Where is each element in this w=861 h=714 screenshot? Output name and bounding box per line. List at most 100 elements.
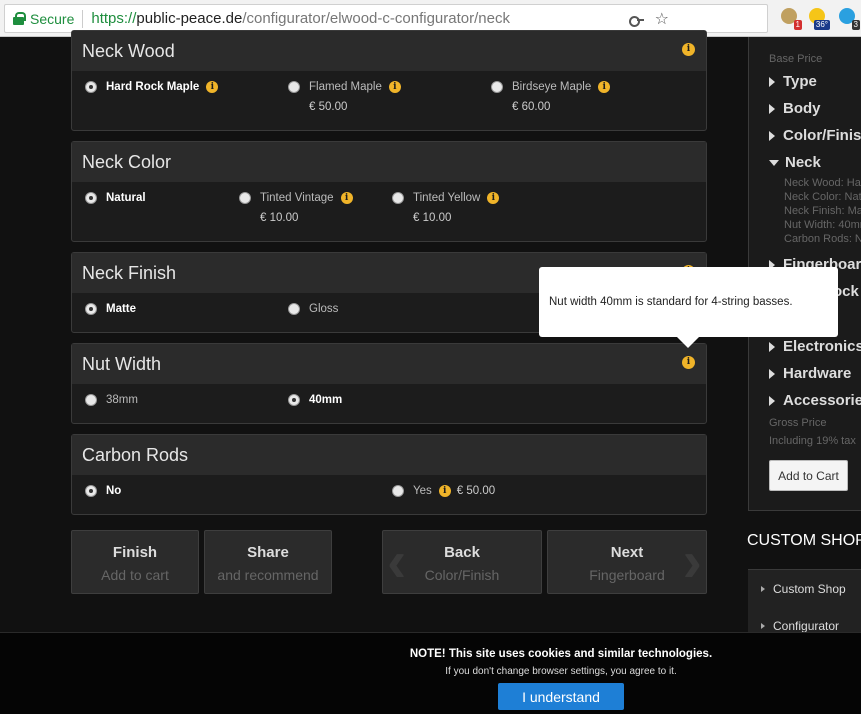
share-button[interactable]: Share and recommend bbox=[204, 530, 332, 594]
option-price: € 60.00 bbox=[512, 101, 551, 113]
neck-detail: Nut Width: 40mm bbox=[784, 219, 861, 231]
sidebar-item-label: Accessories bbox=[783, 392, 861, 409]
info-icon[interactable]: i bbox=[682, 356, 695, 369]
sidebar-item-color-finish[interactable]: Color/Finish bbox=[769, 127, 861, 144]
section-title: Neck Wood bbox=[82, 40, 175, 61]
sidebar-item-label: Color/Finish bbox=[783, 127, 861, 144]
button-title: Back bbox=[444, 544, 480, 561]
option-yes[interactable]: Yes i € 50.00 bbox=[392, 485, 495, 497]
option-label: Natural bbox=[106, 192, 146, 204]
radio-button[interactable] bbox=[85, 192, 97, 204]
option-gloss[interactable]: Gloss bbox=[288, 303, 338, 315]
info-icon[interactable]: i bbox=[388, 81, 401, 93]
option-label: Tinted Yellow bbox=[413, 192, 481, 204]
sidebar-item-hardware[interactable]: Hardware bbox=[769, 365, 851, 382]
option-38mm[interactable]: 38mm bbox=[85, 394, 138, 406]
radio-button[interactable] bbox=[491, 81, 503, 93]
info-icon[interactable]: i bbox=[438, 485, 451, 497]
custom-shop-menu: Custom Shop Configurator bbox=[748, 569, 861, 639]
caret-right-icon bbox=[769, 76, 775, 87]
sidebar-item-accessories[interactable]: Accessories bbox=[769, 392, 861, 409]
url-separator bbox=[82, 9, 84, 28]
custom-shop-heading: CUSTOM SHOP bbox=[747, 532, 861, 549]
url-scheme: https:// bbox=[91, 10, 137, 27]
radio-button[interactable] bbox=[288, 394, 300, 406]
option-group: No Yes i € 50.00 bbox=[72, 475, 706, 524]
option-matte[interactable]: Matte bbox=[85, 303, 136, 315]
button-subtitle: Color/Finish bbox=[424, 567, 500, 583]
url-host: public-peace.de bbox=[136, 10, 243, 27]
button-title: Share bbox=[247, 544, 289, 561]
option-label: 38mm bbox=[106, 394, 138, 406]
option-birdseye-maple[interactable]: Birdseye Maple i € 60.00 bbox=[491, 81, 611, 113]
info-icon[interactable]: i bbox=[340, 192, 353, 204]
caret-right-icon bbox=[769, 368, 775, 379]
nut-width-section: Nut Width i 38mm 40mm bbox=[71, 343, 707, 424]
finish-button[interactable]: Finish Add to cart bbox=[71, 530, 199, 594]
menu-item-label: Configurator bbox=[773, 619, 840, 633]
sidebar-item-label: Neck bbox=[785, 154, 821, 171]
info-icon[interactable]: i bbox=[682, 43, 695, 56]
menu-item-custom-shop[interactable]: Custom Shop bbox=[761, 582, 846, 596]
cookie-note: NOTE! This site uses cookies and similar… bbox=[409, 648, 713, 660]
option-group: Natural Tinted Vintage i € 10.00 Tinted Y… bbox=[72, 182, 706, 231]
cookie-banner: NOTE! This site uses cookies and similar… bbox=[0, 632, 861, 714]
back-button[interactable]: ‹ Back Color/Finish bbox=[382, 530, 542, 594]
next-button[interactable]: › Next Fingerboard bbox=[547, 530, 707, 594]
extension-icon[interactable]: 1 bbox=[778, 6, 802, 30]
option-price: € 10.00 bbox=[413, 212, 452, 224]
sidebar-item-label: Body bbox=[783, 100, 821, 117]
option-flamed-maple[interactable]: Flamed Maple i € 50.00 bbox=[288, 81, 401, 113]
option-hard-rock-maple[interactable]: Hard Rock Maple i bbox=[85, 81, 219, 93]
option-no[interactable]: No bbox=[85, 485, 121, 497]
radio-button[interactable] bbox=[239, 192, 251, 204]
sidebar-item-neck[interactable]: Neck bbox=[769, 154, 821, 171]
section-title: Neck Color bbox=[82, 151, 172, 172]
key-icon[interactable] bbox=[628, 13, 644, 27]
option-label: No bbox=[106, 485, 122, 497]
option-tinted-vintage[interactable]: Tinted Vintage i € 10.00 bbox=[239, 192, 353, 224]
radio-button[interactable] bbox=[392, 485, 404, 497]
section-header: Nut Width i bbox=[72, 344, 706, 384]
neck-detail: Carbon Rods: No bbox=[784, 233, 861, 245]
radio-button[interactable] bbox=[85, 394, 97, 406]
sidebar-item-body[interactable]: Body bbox=[769, 100, 821, 117]
option-label: Tinted Vintage bbox=[260, 192, 334, 204]
option-price: € 10.00 bbox=[260, 212, 299, 224]
extension-icon[interactable]: 3 bbox=[836, 6, 860, 30]
radio-button[interactable] bbox=[288, 81, 300, 93]
option-label: Birdseye Maple bbox=[512, 81, 592, 93]
sidebar-item-electronics[interactable]: Electronics bbox=[769, 338, 861, 355]
add-to-cart-button[interactable]: Add to Cart bbox=[769, 460, 848, 491]
option-natural[interactable]: Natural bbox=[85, 192, 146, 204]
option-label: Gloss bbox=[309, 303, 339, 315]
option-price: € 50.00 bbox=[309, 101, 348, 113]
carbon-rods-section: Carbon Rods No Yes i € 50.00 bbox=[71, 434, 707, 515]
address-bar[interactable]: Secure https://public-peace.de/configura… bbox=[4, 4, 768, 33]
radio-button[interactable] bbox=[85, 81, 97, 93]
option-tinted-yellow[interactable]: Tinted Yellow i € 10.00 bbox=[392, 192, 500, 224]
menu-item-configurator[interactable]: Configurator bbox=[761, 619, 839, 633]
bookmark-star-icon[interactable]: ☆ bbox=[655, 12, 669, 28]
chevron-right-icon: › bbox=[682, 530, 702, 594]
caret-right-icon bbox=[769, 103, 775, 114]
radio-button[interactable] bbox=[85, 485, 97, 497]
info-icon[interactable]: i bbox=[598, 81, 611, 93]
option-40mm[interactable]: 40mm bbox=[288, 394, 342, 406]
caret-right-icon bbox=[769, 130, 775, 141]
info-icon[interactable]: i bbox=[206, 81, 219, 93]
radio-button[interactable] bbox=[392, 192, 404, 204]
radio-button[interactable] bbox=[288, 303, 300, 315]
url-path: /configurator/elwood-c-configurator/neck bbox=[242, 10, 510, 27]
tooltip-text: Nut width 40mm is standard for 4-string … bbox=[549, 296, 793, 308]
radio-button[interactable] bbox=[85, 303, 97, 315]
cookie-subtext: If you don't change browser settings, yo… bbox=[445, 666, 677, 677]
sidebar-item-type[interactable]: Type bbox=[769, 73, 817, 90]
caret-right-icon bbox=[769, 395, 775, 406]
gross-price-label: Gross Price bbox=[769, 417, 827, 429]
info-icon[interactable]: i bbox=[487, 192, 500, 204]
cookie-accept-button[interactable]: I understand bbox=[498, 683, 624, 710]
option-label: Hard Rock Maple bbox=[106, 81, 200, 93]
section-title: Carbon Rods bbox=[82, 444, 189, 465]
weather-icon[interactable]: 36° bbox=[806, 6, 830, 30]
